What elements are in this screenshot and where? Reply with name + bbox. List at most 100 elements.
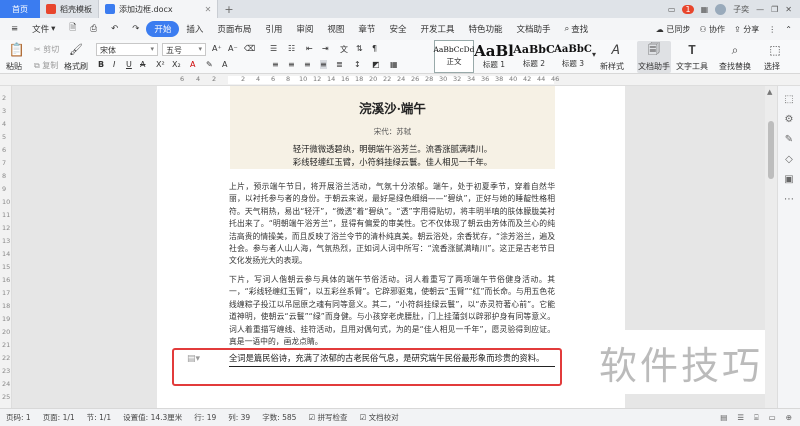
find-replace-icon[interactable]: ⌕ — [727, 42, 743, 58]
more-tools-icon[interactable]: ⋯ — [783, 194, 795, 206]
cut-button[interactable]: ✂ 剪切 — [34, 44, 59, 55]
new-style-button[interactable]: 新样式 — [600, 61, 624, 72]
numbering-icon[interactable]: ☷ — [288, 44, 295, 53]
hamburger-icon[interactable]: ≡ — [4, 24, 25, 34]
scroll-up-icon[interactable]: ▲ — [767, 88, 772, 96]
paragraph-1[interactable]: 上片，预示端午节日，将开展浴兰活动，气氛十分浓郁。端午，处于初夏季节，穿着自然华… — [229, 181, 555, 268]
style-normal[interactable]: AaBbCcDd 正文 — [434, 40, 474, 73]
highlight-icon[interactable]: ✎ — [206, 60, 213, 69]
collapse-ribbon-icon[interactable]: ⌃ — [785, 25, 792, 34]
line-spacing-icon[interactable]: ↕ — [354, 60, 361, 69]
tab-security[interactable]: 安全 — [382, 23, 413, 35]
tab-home[interactable]: 开始 — [146, 21, 180, 37]
clear-format-icon[interactable]: ⌫ — [244, 44, 255, 53]
view-read-icon[interactable]: ▭ — [769, 413, 776, 423]
spell-check-button[interactable]: ☑ 拼写检查 — [308, 412, 347, 423]
sync-status[interactable]: ☁ 已同步 — [656, 24, 691, 35]
home-tab[interactable]: 首页 — [0, 0, 40, 18]
tab-chapter[interactable]: 章节 — [351, 23, 382, 35]
minimize-icon[interactable]: — — [756, 5, 764, 14]
close-tab-icon[interactable]: ✕ — [205, 5, 212, 14]
superscript-icon[interactable]: X² — [156, 60, 165, 69]
shapes-icon[interactable]: ◇ — [783, 154, 795, 166]
style-heading-2[interactable]: AaBbC 标题 2 — [513, 40, 554, 73]
user-name[interactable]: 子奕 — [733, 4, 749, 15]
bullets-icon[interactable]: ☰ — [270, 44, 277, 53]
copy-button[interactable]: ⧉ 复制 — [34, 60, 58, 71]
italic-icon[interactable]: I — [113, 60, 115, 69]
more-icon[interactable]: ⋮ — [768, 25, 776, 34]
vertical-scrollbar[interactable]: ▲ — [765, 86, 777, 408]
new-style-icon[interactable]: 𝐴 — [606, 42, 624, 58]
find-replace-button[interactable]: 查找替换 — [719, 61, 751, 72]
tab-insert[interactable]: 插入 — [179, 23, 210, 35]
tab-references[interactable]: 引用 — [258, 23, 289, 35]
image-icon[interactable]: ▣ — [783, 174, 795, 186]
close-window-icon[interactable]: ✕ — [785, 5, 792, 14]
status-page[interactable]: 页码: 1 — [6, 412, 31, 423]
file-menu[interactable]: 文件 ▾ — [25, 23, 62, 35]
view-print-icon[interactable]: ▤ — [720, 413, 727, 423]
font-name-select[interactable]: 宋体 ▾ — [96, 43, 158, 56]
styles-expand-icon[interactable]: ▾ — [592, 50, 596, 59]
status-words[interactable]: 字数: 585 — [262, 412, 296, 423]
poem-block[interactable]: 浣溪沙·端午 宋代：苏轼 轻汗微微透碧纨，明朝端午浴芳兰。流香涨腻满晴川。 彩线… — [230, 86, 555, 169]
tab-features[interactable]: 特色功能 — [461, 23, 509, 35]
tab-view[interactable]: 视图 — [320, 23, 351, 35]
select-icon[interactable]: ⬚ — [767, 42, 783, 58]
collaborate-button[interactable]: ⚇ 协作 — [699, 24, 725, 35]
redo-icon[interactable]: ↷ — [125, 24, 146, 34]
distributed-icon[interactable]: ≣ — [336, 60, 343, 69]
maximize-icon[interactable]: ❐ — [771, 5, 778, 14]
status-section[interactable]: 节: 1/1 — [87, 412, 111, 423]
select-button[interactable]: 选择 — [764, 61, 780, 72]
scrollbar-thumb[interactable] — [768, 121, 774, 179]
shading-icon[interactable]: ◩ — [372, 60, 380, 69]
align-center-icon[interactable]: ≡ — [288, 60, 295, 69]
tab-daoke-template[interactable]: 稻壳模板 — [40, 0, 99, 18]
pen-icon[interactable]: ✎ — [783, 134, 795, 146]
paragraph-2[interactable]: 下片，写词人偕朝云参与具体的端午节俗活动。词人着重写了两项端午节俗健身活动。其一… — [229, 274, 555, 348]
zoom-icon[interactable]: ⊕ — [786, 413, 792, 423]
sort-icon[interactable]: ⇅ — [356, 44, 363, 53]
tab-developer[interactable]: 开发工具 — [413, 23, 461, 35]
text-tools-button[interactable]: 文字工具 — [676, 61, 708, 72]
format-painter-button[interactable]: 格式刷 — [64, 61, 88, 72]
text-tools-icon[interactable]: 𝐓 — [684, 42, 700, 58]
bold-icon[interactable]: B — [98, 60, 104, 69]
select-cursor-icon[interactable]: ⬚ — [783, 94, 795, 106]
vertical-ruler[interactable]: 2 3 4 5 6 7 8 9 10 11 12 13 14 15 16 17 … — [0, 86, 12, 408]
shrink-font-icon[interactable]: A⁻ — [228, 44, 238, 53]
increase-indent-icon[interactable]: ⇥ — [322, 44, 329, 53]
font-size-select[interactable]: 五号 ▾ — [162, 43, 206, 56]
borders-icon[interactable]: ▦ — [390, 60, 398, 69]
paste-icon[interactable]: 📋 — [8, 42, 26, 58]
subscript-icon[interactable]: X₂ — [172, 60, 181, 69]
tab-page-layout[interactable]: 页面布局 — [210, 23, 258, 35]
paste-button[interactable]: 粘贴 — [6, 61, 22, 72]
format-painter-icon[interactable]: 🖌 — [69, 42, 83, 56]
tab-review[interactable]: 审阅 — [289, 23, 320, 35]
status-position[interactable]: 设置值: 14.3厘米 — [123, 412, 182, 423]
search-button[interactable]: ⌕ 查找 — [558, 23, 596, 35]
chinese-layout-icon[interactable]: 文 — [340, 44, 348, 55]
avatar[interactable] — [715, 3, 727, 15]
horizontal-ruler[interactable]: 6 4 2 2 4 6 8 10 12 14 16 18 20 22 24 26… — [0, 74, 800, 86]
char-shading-icon[interactable]: A — [222, 60, 227, 69]
new-tab-button[interactable]: + — [218, 0, 239, 18]
grow-font-icon[interactable]: A⁺ — [212, 44, 222, 53]
view-outline-icon[interactable]: ☰ — [737, 413, 744, 423]
strikethrough-icon[interactable]: A — [140, 60, 145, 69]
share-button[interactable]: ⇪ 分享 — [734, 24, 759, 35]
format-icon[interactable]: ⚙ — [783, 114, 795, 126]
font-color-icon[interactable]: A — [190, 60, 195, 69]
view-web-icon[interactable]: ⌸ — [754, 413, 759, 423]
decrease-indent-icon[interactable]: ⇤ — [306, 44, 313, 53]
underline-icon[interactable]: U — [126, 60, 132, 69]
align-left-icon[interactable]: ≡ — [272, 60, 279, 69]
save-icon[interactable]: 🗎 — [62, 22, 83, 36]
tab-document[interactable]: 添加边框.docx ✕ — [99, 0, 219, 18]
print-icon[interactable]: ⎙ — [83, 24, 104, 34]
window-layout-icon[interactable]: ▭ — [668, 5, 676, 14]
proofread-button[interactable]: ☑ 文档校对 — [360, 412, 399, 423]
